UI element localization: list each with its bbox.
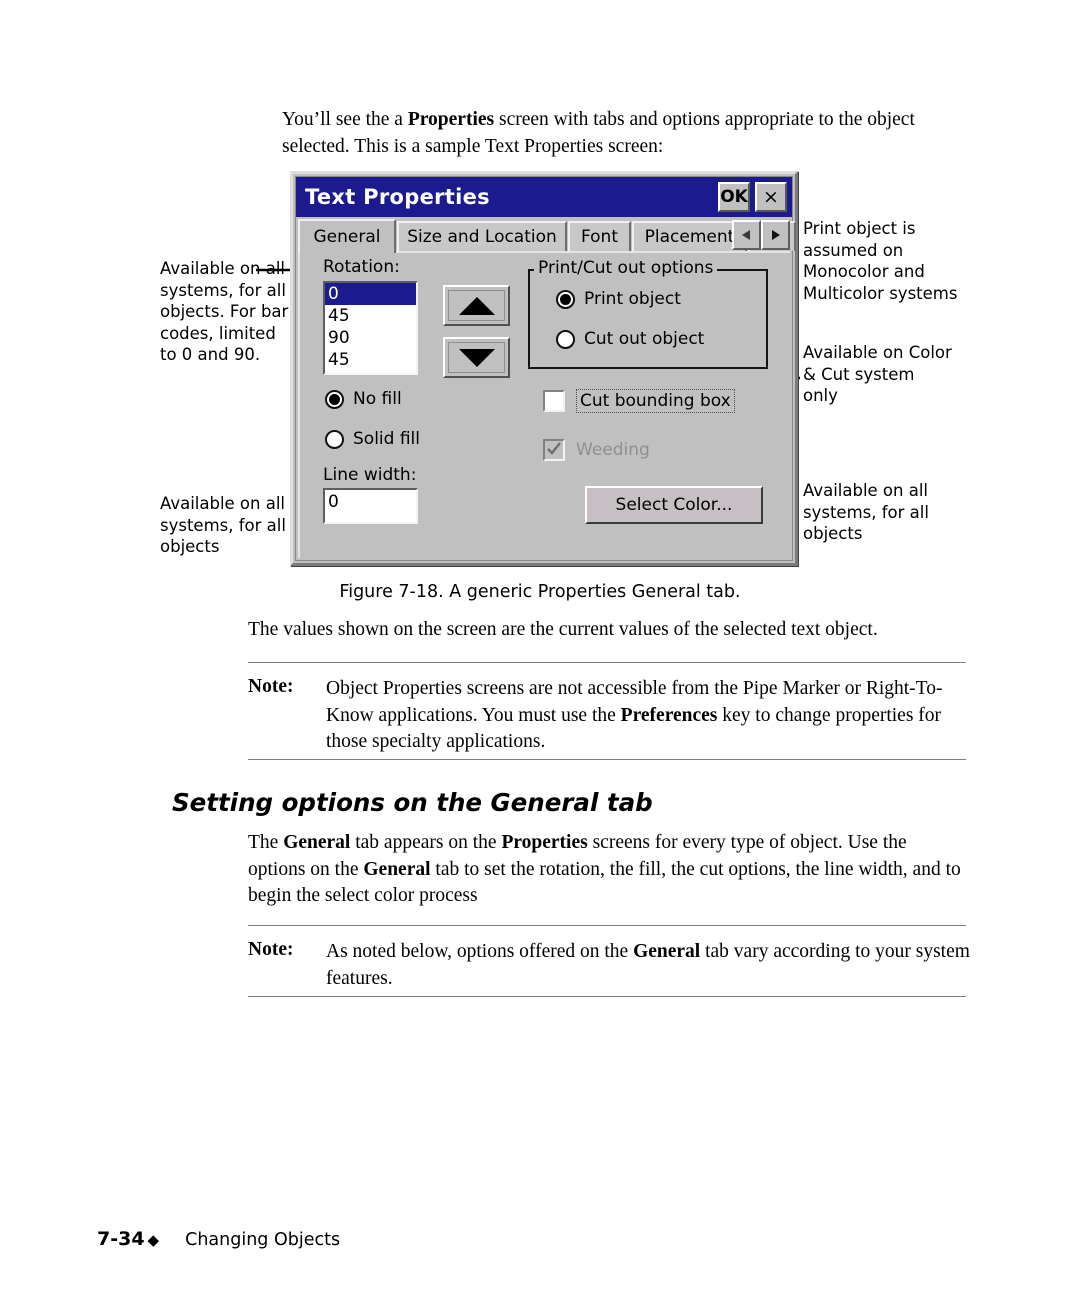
down-triangle-icon (458, 348, 495, 367)
annotation-color-cut: Available on Color & Cut system only (803, 343, 952, 405)
text-properties-dialog: Text Properties OK × General Size and Lo… (290, 171, 798, 566)
general-line1-part3: tab appears on the (350, 832, 502, 853)
radio-solid-fill[interactable]: Solid fill (325, 429, 420, 449)
tab-scroll-left-button[interactable] (732, 220, 761, 250)
tab-strip: General Size and Location Font Placement… (298, 219, 796, 253)
section-heading: Setting options on the General tab (172, 788, 653, 817)
general-bold-2: General (363, 858, 431, 880)
rotation-spin-up-button[interactable] (443, 285, 510, 326)
values-paragraph: The values shown on the screen are the c… (248, 619, 878, 640)
intro-line1-part1: You’ll see the a (282, 109, 408, 130)
note-two-general-bold: General (633, 941, 701, 962)
intro-paragraph: You’ll see the a Properties screen with … (282, 107, 942, 160)
intro-properties-bold: Properties (407, 109, 495, 130)
footer-diamond-icon: ◆ (147, 1231, 160, 1249)
note-one-bottom-rule (248, 759, 966, 760)
print-cut-options-legend: Print/Cut out options (534, 258, 718, 278)
figure-region: Available on all systems, for all object… (0, 160, 1080, 580)
tab-scroll-buttons (732, 220, 790, 250)
select-color-button[interactable]: Select Color... (585, 486, 763, 524)
close-button[interactable]: × (755, 182, 787, 212)
annotation-print-object: Print object is assumed on Monocolor and… (803, 219, 958, 303)
dialog-titlebar: Text Properties OK × (296, 177, 792, 217)
annotation-line-width: Available on all systems, for all object… (160, 494, 286, 556)
rotation-spin-down-button[interactable] (443, 337, 510, 378)
general-line1-part5: screens for every type of object. Use (587, 832, 878, 853)
note-one-line2-part3: key to change (717, 704, 831, 726)
radio-print-object-label: Print object (584, 289, 681, 309)
checkbox-cut-bounding-box-indicator (543, 390, 565, 412)
line-width-label: Line width: (323, 465, 417, 485)
general-line2-part3: tab to set the rotation, the fill, the c… (430, 858, 854, 880)
annotation-rotation: Available on all systems, for all object… (160, 259, 289, 364)
tab-placement[interactable]: Placement (632, 221, 747, 251)
rotation-label: Rotation: (323, 257, 400, 277)
note-one-top-rule (248, 662, 966, 663)
general-paragraph: The General tab appears on the Propertie… (248, 830, 966, 910)
note-block-one: Note: Object Properties screens are not … (248, 662, 966, 760)
checkbox-cut-bounding-box[interactable]: Cut bounding box (543, 389, 735, 413)
checkbox-weeding: Weeding (543, 439, 650, 461)
rotation-option-2[interactable]: 90 (325, 327, 416, 349)
general-tab-panel: Rotation: 0 45 90 45 No fill Solid fill … (298, 251, 790, 558)
checkbox-weeding-label: Weeding (576, 440, 650, 460)
tab-scroll-right-button[interactable] (761, 220, 790, 250)
dialog-title: Text Properties (305, 185, 490, 209)
intro-line1-part3: screen with tabs and options appropriate… (494, 109, 863, 130)
ok-button[interactable]: OK (718, 182, 750, 212)
spin-up-inner (448, 290, 505, 321)
radio-print-object[interactable]: Print object (556, 289, 681, 309)
note-two-body: As noted below, options offered on the G… (326, 939, 971, 992)
note-two-bottom-rule (248, 996, 966, 997)
checkmark-icon (547, 442, 561, 455)
rotation-option-1[interactable]: 45 (325, 305, 416, 327)
tab-general[interactable]: General (298, 219, 396, 253)
note-one-label: Note: (248, 676, 294, 697)
rotation-listbox[interactable]: 0 45 90 45 (323, 281, 418, 375)
radio-solid-fill-indicator (325, 429, 344, 449)
radio-cut-out-object-label: Cut out object (584, 329, 705, 349)
left-triangle-icon (742, 230, 750, 240)
page-footer: 7-34 ◆ Changing Objects (97, 1228, 340, 1250)
general-line1-part1: The (248, 832, 284, 853)
note-two-line1-part3: tab vary according to your (700, 941, 911, 962)
checkbox-weeding-indicator (543, 439, 565, 461)
note-two-top-rule (248, 925, 966, 926)
radio-no-fill[interactable]: No fill (325, 389, 402, 409)
spin-down-inner (448, 342, 505, 373)
figure-caption: Figure 7-18. A generic Properties Genera… (339, 582, 741, 602)
rotation-option-3[interactable]: 45 (325, 349, 416, 371)
note-one-line1: Object Properties screens are not access… (326, 678, 861, 699)
radio-no-fill-label: No fill (353, 389, 402, 409)
radio-solid-fill-label: Solid fill (353, 429, 420, 449)
general-bold-properties: Properties (501, 832, 588, 853)
line-width-input[interactable]: 0 (323, 488, 418, 524)
right-triangle-icon (772, 230, 780, 240)
general-bold-1: General (283, 832, 351, 853)
note-two-label: Note: (248, 939, 294, 960)
note-two-line1-part1: As noted below, options offered on the (326, 941, 634, 962)
checkbox-cut-bounding-box-label: Cut bounding box (576, 389, 735, 413)
tab-size-and-location[interactable]: Size and Location (397, 221, 567, 251)
annotation-select-color: Available on all systems, for all object… (803, 481, 929, 543)
footer-page-number: 7-34 (97, 1228, 145, 1250)
up-triangle-icon (458, 296, 495, 315)
tab-font[interactable]: Font (568, 221, 631, 251)
print-cut-options-group (528, 269, 768, 369)
radio-print-object-indicator (556, 289, 575, 309)
rotation-option-0[interactable]: 0 (325, 283, 416, 305)
note-one-body: Object Properties screens are not access… (326, 676, 966, 756)
radio-no-fill-indicator (325, 389, 344, 409)
footer-chapter-title: Changing Objects (185, 1230, 341, 1250)
note-block-two: Note: As noted below, options offered on… (248, 925, 970, 997)
note-one-preferences-bold: Preferences (620, 704, 718, 726)
radio-cut-out-object[interactable]: Cut out object (556, 329, 704, 349)
radio-cut-out-object-indicator (556, 329, 575, 349)
